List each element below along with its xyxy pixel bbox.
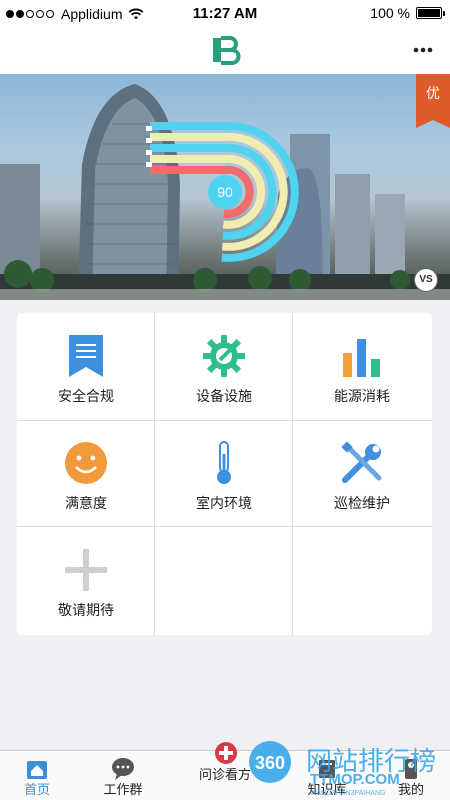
grid-item-label: 能源消耗 (334, 388, 390, 404)
grid-item-safety-compliance[interactable]: 安全合规 (17, 313, 155, 419)
thermometer-icon (217, 441, 231, 484)
home-icon (27, 761, 47, 779)
tab-mine[interactable]: 我的 (366, 751, 450, 800)
bar-chart-icon (343, 339, 380, 377)
hero-banner: 90 优 VS (0, 74, 450, 300)
signal-dot (16, 10, 24, 18)
wifi-icon (129, 8, 144, 20)
tab-consultation[interactable]: 问诊看方 (180, 742, 270, 800)
nav-bar (0, 28, 450, 74)
grid-item-indoor-environment[interactable]: 室内环境 (155, 420, 293, 526)
tab-label: 首页 (23, 782, 50, 797)
signal-dot (46, 10, 54, 18)
feature-grid: 安全合规 设备设施 能源消耗 满意度 室内环境 巡检维护 敬请期待 (17, 313, 432, 635)
legend-icon (146, 138, 152, 143)
grid-item-energy[interactable]: 能源消耗 (293, 313, 431, 419)
vs-button[interactable]: VS (414, 268, 438, 292)
tab-work-group[interactable]: 工作群 (78, 751, 168, 800)
status-right: 100 % (370, 5, 445, 21)
chat-bubble-icon (112, 758, 134, 780)
battery-icon (416, 7, 445, 19)
tab-bar: 首页 工作群 问诊看方 知识库 我的 (0, 742, 450, 800)
grid-item-coming-soon[interactable]: 敬请期待 (17, 527, 155, 633)
grid-item-label: 室内环境 (196, 495, 252, 511)
bookmark-document-icon (69, 335, 103, 377)
grid-item-label: 敬请期待 (58, 602, 114, 618)
grid-item-inspection[interactable]: 巡检维护 (293, 420, 431, 526)
grid-item-label: 设备设施 (196, 388, 252, 404)
tab-label: 我的 (397, 782, 424, 797)
tab-knowledge[interactable]: 知识库 (282, 751, 372, 800)
signal-dot (6, 10, 14, 18)
legend-icon (146, 126, 152, 131)
status-left: Applidium (6, 6, 144, 22)
tools-icon (341, 441, 382, 483)
tab-label: 工作群 (103, 782, 143, 797)
status-bar: Applidium 11:27 AM 100 % (0, 0, 450, 28)
person-icon (405, 759, 417, 779)
signal-dot (26, 10, 34, 18)
score-ring-chart: 90 (146, 122, 299, 262)
legend-icon (146, 150, 152, 155)
grid-item-label: 安全合规 (58, 388, 114, 404)
battery-percent: 100 % (370, 5, 410, 21)
gear-wrench-icon (203, 335, 245, 377)
grid-item-equipment[interactable]: 设备设施 (155, 313, 293, 419)
grid-item-label: 满意度 (65, 495, 107, 511)
tab-label: 问诊看方 (198, 767, 251, 782)
legend-icon (146, 162, 152, 167)
book-icon (319, 760, 335, 778)
grid-item-satisfaction[interactable]: 满意度 (17, 420, 155, 526)
carrier-name: Applidium (61, 6, 123, 22)
tab-label: 知识库 (307, 782, 347, 797)
score-value: 90 (217, 184, 233, 200)
signal-dot (36, 10, 44, 18)
grid-item-label: 巡检维护 (334, 495, 390, 511)
ellipsis-icon[interactable] (410, 40, 436, 60)
brand-logo-icon (213, 36, 241, 65)
rating-badge: 优 (416, 74, 450, 128)
tab-home[interactable]: 首页 (0, 751, 82, 800)
plus-icon (65, 549, 107, 591)
smiley-icon (65, 442, 107, 484)
